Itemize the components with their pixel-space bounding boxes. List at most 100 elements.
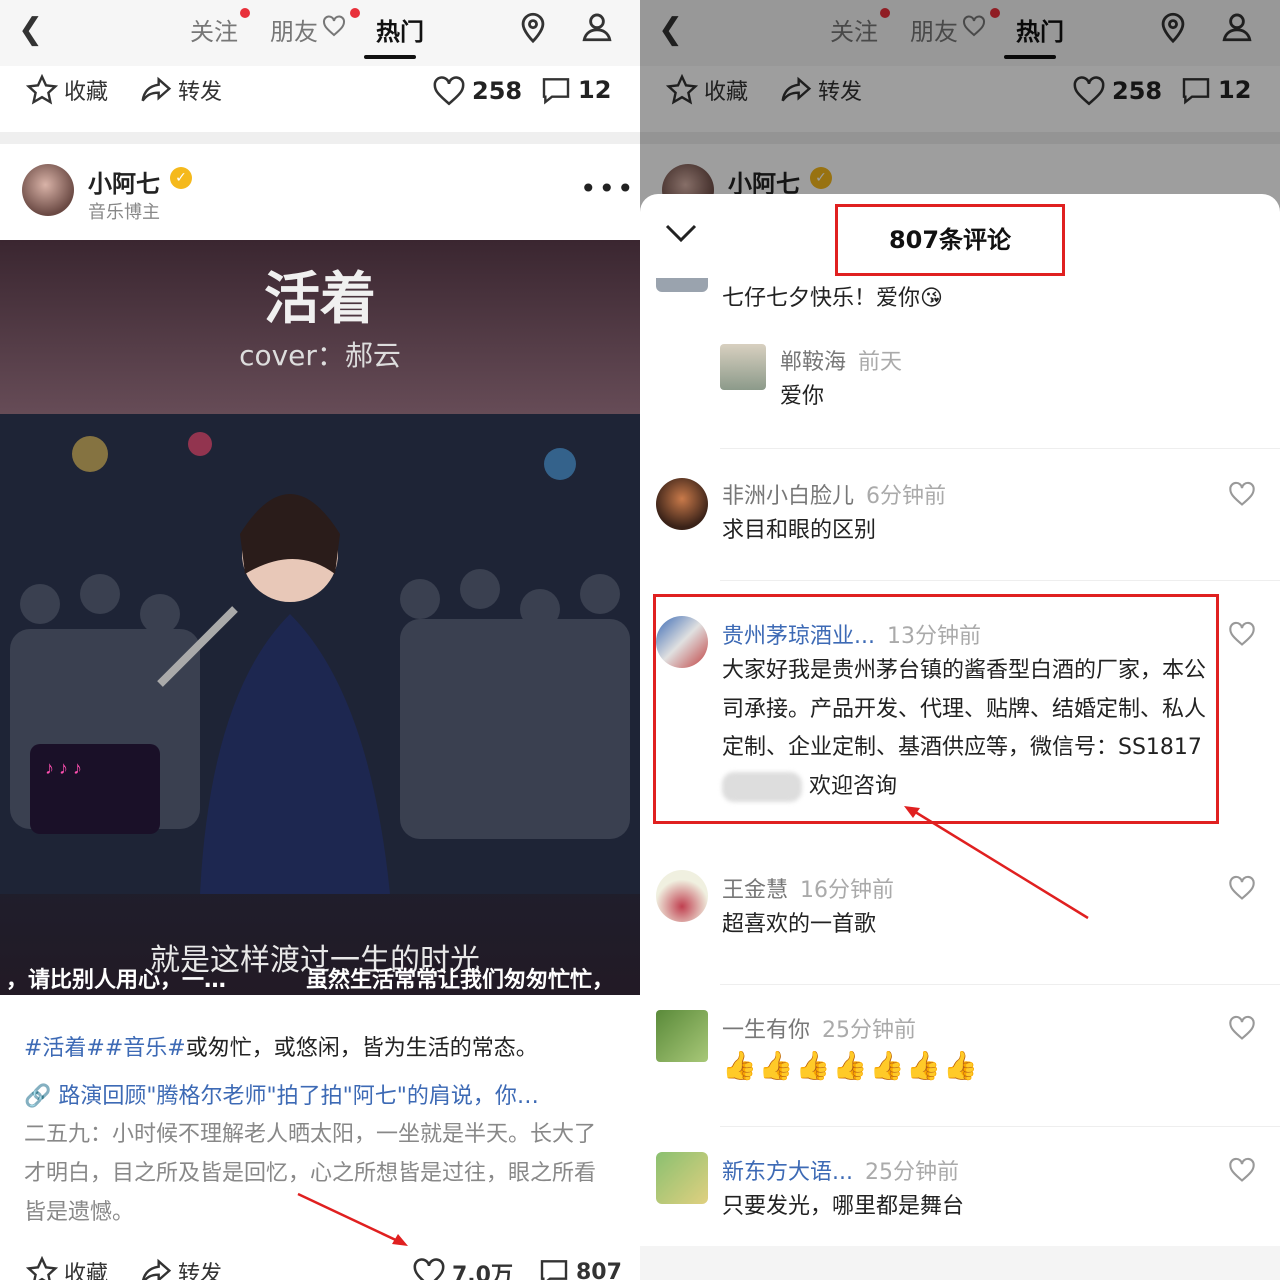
share-label: 转发 [178,80,223,105]
comment-author[interactable]: 王金慧 16分钟前 [722,872,894,904]
comment-text: 大家好我是贵州茅台镇的酱香型白酒的厂家，本公司承接。产品开发、代理、贴牌、结婚定… [722,652,1206,806]
tab-hot[interactable]: 热门 [376,12,424,47]
tab-friends[interactable]: 朋友 [270,12,318,47]
video-frame-image: ♪ ♪ ♪ [0,414,640,894]
comment-like-heart-icon[interactable] [1228,1156,1256,1184]
comment-author[interactable]: 贵州茅琼酒业... 13分钟前 [722,618,981,650]
comment-like-heart-icon[interactable] [1228,874,1256,902]
share-label: 转发 [178,1262,223,1280]
share-button[interactable]: 转发 [140,74,222,106]
comment-divider [720,448,1280,449]
svg-text:♪ ♪ ♪: ♪ ♪ ♪ [45,758,82,778]
comment-author-name: 贵州茅琼酒业... [722,624,875,649]
more-options-icon[interactable]: ••• [580,172,636,205]
heart-icon [413,1258,445,1280]
author-name[interactable]: 小阿七 [88,164,160,199]
comment-like-heart-icon[interactable] [1228,1014,1256,1042]
profile-icon[interactable] [580,10,614,44]
comment-time: 6分钟前 [866,484,947,509]
comment-like-heart-icon[interactable] [1228,480,1256,508]
active-tab-indicator [364,55,416,59]
comment-text: 求目和眼的区别 [722,518,877,543]
action-bar: 收藏 转发 258 12 [0,66,640,132]
comment-text: 只要发光，哪里都是舞台 [722,1194,965,1219]
comment-author-name: 新东方大语... [722,1160,853,1185]
top-nav: ❮ 关注 朋友 热门 [0,0,640,66]
comment-avatar[interactable] [656,1152,708,1204]
comment-count: 12 [578,76,612,104]
star-icon [26,1256,58,1280]
comment-author[interactable]: 一生有你 25分钟前 [722,1012,916,1044]
bottom-action-bar: 收藏 转发 7.0万 807 [0,1252,640,1280]
comment-avatar[interactable] [656,870,708,922]
verified-badge-icon: ✓ [170,167,192,189]
collect-button[interactable]: 收藏 [26,74,108,106]
heart-icon [323,15,345,37]
author-role: 音乐博主 [88,202,160,223]
comment-button[interactable]: 12 [540,74,611,106]
collapse-chevron-icon[interactable] [664,220,698,246]
comment-icon [542,78,570,105]
comment-avatar[interactable] [720,344,766,390]
star-icon [26,74,58,105]
section-divider [0,132,640,144]
redacted-blur [722,771,802,802]
comment-text: 超喜欢的一首歌 [722,912,877,937]
comment-author-name: 王金慧 [722,878,789,903]
comment-divider [720,580,1280,581]
collect-button[interactable]: 收藏 [26,1256,108,1280]
like-count: 258 [472,77,523,105]
comment-text: 爱你 [780,384,825,409]
comment-author[interactable]: 非洲小白脸儿 6分钟前 [722,478,946,510]
comment-author[interactable]: 郸鞍海 前天 [780,344,902,376]
comment-input-bar[interactable] [640,1246,1280,1280]
comment-time: 16分钟前 [800,878,895,903]
related-link[interactable]: 🔗 路演回顾"腾格尔老师"拍了拍"阿七"的肩说，你… [24,1078,539,1110]
like-button[interactable]: 7.0万 [412,1256,513,1280]
comment-author-name: 一生有你 [722,1018,811,1043]
hashtags[interactable]: #活着##音乐# [24,1036,186,1061]
comment-avatar[interactable] [656,616,708,668]
share-button[interactable]: 转发 [140,1256,222,1280]
comment-button[interactable]: 807 [538,1256,622,1280]
comments-screen: ❮ 关注 朋友 热门 收藏 转发 258 12 小阿七 ✓ 807条评论 七仔七… [640,0,1280,1280]
tab-follow[interactable]: 关注 [190,12,238,47]
comment-time: 25分钟前 [822,1018,917,1043]
comment-avatar[interactable] [656,1010,708,1062]
share-icon [141,1258,172,1280]
post-caption: #活着##音乐#或匆忙，或悠闲，皆为生活的常态。 [24,1030,624,1062]
location-icon[interactable] [516,10,550,44]
comment-divider [720,984,1280,985]
caption-text: 或匆忙，或悠闲，皆为生活的常态。 [185,1036,538,1061]
post-detail-screen: ❮ 关注 朋友 热门 收藏 转发 258 12 小阿七 ✓ 音乐博主 ••• 活… [0,0,640,1280]
notification-dot [350,8,360,18]
comment-avatar[interactable] [656,278,708,292]
like-button[interactable]: 258 [432,74,522,108]
comments-count-title: 807条评论 [835,204,1065,276]
related-link-text: 路演回顾"腾格尔老师"拍了拍"阿七"的肩说，你… [58,1084,539,1109]
video-player[interactable]: 活着 cover：郝云 ♪ ♪ ♪ 就是这样渡过一生的时光 ，请比别人用心，一…… [0,240,640,995]
comment-time: 前天 [858,350,903,375]
notification-dot [240,8,250,18]
comment-icon [540,1260,568,1280]
heart-icon [433,76,465,106]
red-arrow-annotation [297,1192,408,1246]
share-icon [141,76,172,102]
comment-time: 25分钟前 [864,1160,959,1185]
author-avatar[interactable] [22,164,74,216]
comment-author[interactable]: 新东方大语... 25分钟前 [722,1154,959,1186]
comment-text-tail: 欢迎咨询 [809,773,898,799]
comment-avatar[interactable] [656,478,708,530]
comment-author-name: 郸鞍海 [780,350,847,375]
back-icon[interactable]: ❮ [18,12,43,47]
comment-text: 👍👍👍👍👍👍👍 [722,1049,981,1082]
video-title: 活着 [264,267,376,332]
red-arrow-annotation [904,806,1089,920]
comments-sheet: 807条评论 七仔七夕快乐！爱你😘 郸鞍海 前天 爱你 非洲小白脸儿 6分钟前 求目… [640,194,1280,1280]
comment-like-heart-icon[interactable] [1228,620,1256,648]
comment-time: 13分钟前 [886,624,981,649]
like-count: 7.0万 [452,1263,513,1280]
comment-count: 807 [576,1259,622,1280]
comment-text: 七仔七夕快乐！爱你😘 [722,286,943,311]
comment-divider [720,1126,1280,1127]
